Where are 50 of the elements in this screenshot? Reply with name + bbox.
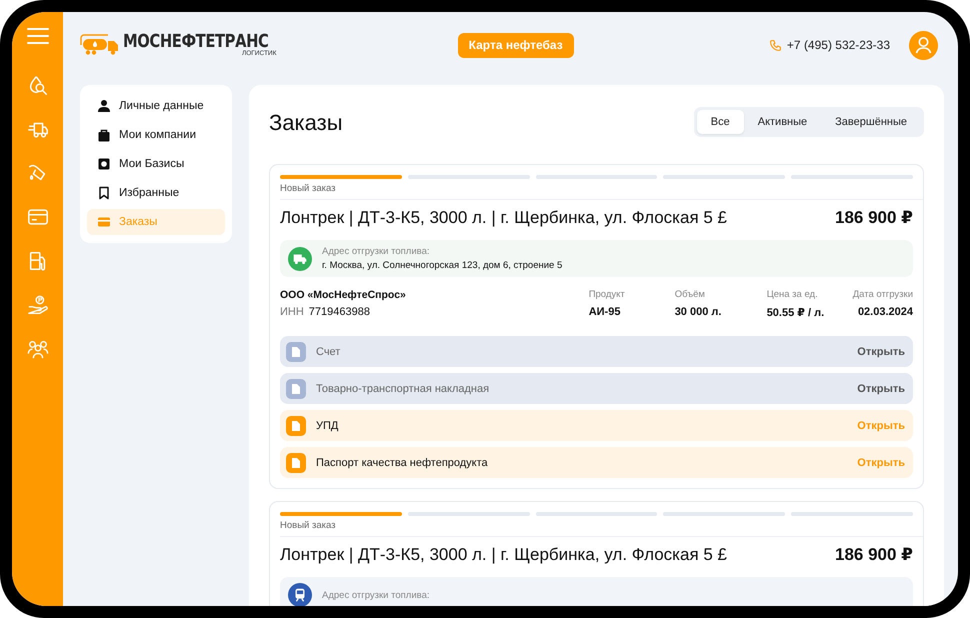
document-name: Товарно-транспортная накладная bbox=[316, 382, 490, 394]
detail-label: Цена за ед. bbox=[766, 289, 819, 300]
tanker-truck-logo-icon bbox=[80, 34, 120, 56]
bag-icon bbox=[97, 128, 111, 142]
document-icon bbox=[286, 416, 306, 436]
filter-tab[interactable]: Завершённые bbox=[821, 110, 921, 134]
order-title: Лонтрек | ДТ-3-К5, 3000 л. | г. Щербинка, ул. Флоская 5 £ bbox=[280, 208, 728, 228]
page-title: Заказы bbox=[269, 110, 343, 136]
detail-label: Объём bbox=[674, 289, 706, 300]
person-icon bbox=[97, 99, 111, 113]
avatar-icon[interactable] bbox=[909, 30, 938, 60]
order-status: Новый заказ bbox=[280, 520, 923, 537]
logo-wordmark: МОСНЕФТЕТРАНС bbox=[123, 33, 268, 51]
order-status: Новый заказ bbox=[280, 183, 923, 200]
phone-icon bbox=[768, 38, 782, 52]
detail-label: Дата отгрузки bbox=[852, 289, 913, 300]
open-link[interactable]: Открыть bbox=[855, 346, 907, 358]
detail-value: 30 000 л. bbox=[674, 306, 722, 318]
bookmark-icon bbox=[97, 186, 111, 200]
filter-tab[interactable]: Все bbox=[696, 110, 744, 134]
profile-menu-item[interactable]: Личные данные bbox=[87, 93, 225, 119]
card-icon bbox=[97, 215, 111, 229]
hand-coin-icon[interactable] bbox=[26, 294, 48, 316]
shipping-address: г. Москва, ул. Солнечногорская 123, дом 6, строение 5 bbox=[322, 260, 562, 271]
square-icon bbox=[97, 157, 111, 171]
document-name: Счет bbox=[316, 346, 342, 358]
inn-value: 7719463988 bbox=[308, 306, 370, 318]
document-icon bbox=[286, 452, 306, 472]
filter-tab[interactable]: Активные bbox=[744, 110, 822, 134]
company-name: ООО «МосНефтеСпрос» bbox=[280, 289, 407, 301]
open-link[interactable]: Открыть bbox=[855, 382, 907, 394]
document-name: Паспорт качества нефтепродукта bbox=[316, 456, 489, 468]
document-icon bbox=[286, 342, 306, 362]
people-icon[interactable] bbox=[26, 338, 48, 360]
order-total: 186 900 ₽ bbox=[834, 545, 913, 565]
phone-number: +7 (495) 532-23-33 bbox=[786, 38, 890, 52]
detail-label: Продукт bbox=[588, 289, 626, 300]
detail-value: 50.55 ₽ / л. bbox=[766, 306, 826, 319]
profile-menu-item[interactable]: Мои Базисы bbox=[87, 151, 225, 177]
document-icon bbox=[286, 378, 306, 398]
inn-label: ИНН bbox=[280, 306, 304, 318]
order-title: Лонтрек | ДТ-3-К5, 3000 л. | г. Щербинка, ул. Флоская 5 £ bbox=[280, 545, 728, 565]
profile-menu-item[interactable]: Мои компании bbox=[87, 122, 225, 148]
detail-value: АИ-95 bbox=[588, 306, 622, 318]
detail-value: 02.03.2024 bbox=[856, 306, 913, 318]
order-total: 186 900 ₽ bbox=[834, 208, 913, 228]
shipping-label: Адрес отгрузки топлива: bbox=[322, 246, 430, 257]
profile-menu-item[interactable]: Избранные bbox=[87, 180, 225, 206]
shipping-label: Адрес отгрузки топлива: bbox=[322, 590, 430, 600]
document-name: УПД bbox=[316, 420, 340, 432]
